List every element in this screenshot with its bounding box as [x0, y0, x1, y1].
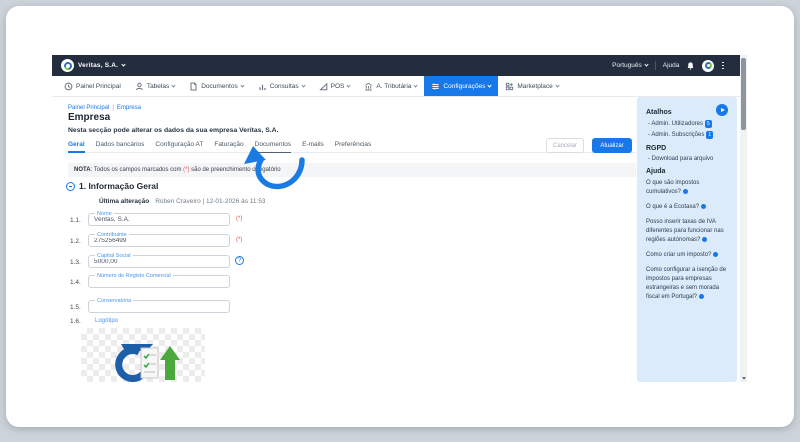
company-name: Veritas, S.A. — [78, 62, 118, 69]
main-menu: Painel Principal Tabelas Documentos Cons… — [52, 76, 740, 97]
scrollbar-down-arrow[interactable] — [742, 377, 746, 380]
chevron-down-icon — [122, 62, 126, 66]
chevron-down-icon — [301, 83, 305, 87]
language-selector[interactable]: Português — [612, 62, 648, 69]
menu-item-documentos[interactable]: Documentos — [182, 76, 251, 96]
breadcrumb-separator: | — [112, 105, 114, 111]
help-title: Ajuda — [646, 168, 728, 175]
chevron-down-icon — [555, 83, 559, 87]
company-logo-image — [109, 338, 185, 382]
document-icon — [189, 82, 198, 91]
chevron-down-icon — [488, 83, 492, 87]
page-content: Painel Principal | Empresa Empresa Nesta… — [52, 97, 637, 382]
numero-registo-comercial-input[interactable]: Número de Registo Comercial — [88, 275, 230, 288]
help-link-taxas-iva[interactable]: Posso inserir taxas de IVA diferentes pa… — [646, 218, 728, 245]
breadcrumb: Painel Principal | Empresa — [68, 105, 141, 111]
tab-configuracao-at[interactable]: Configuração AT — [155, 139, 203, 152]
section-title: 1. Informação Geral — [79, 181, 158, 191]
menu-item-painel-principal[interactable]: Painel Principal — [57, 76, 128, 96]
help-info-icon — [683, 189, 688, 194]
kebab-menu-icon[interactable] — [721, 61, 725, 71]
chevron-down-icon — [172, 83, 176, 87]
help-link[interactable]: Ajuda — [663, 62, 680, 69]
nome-input[interactable]: Nome Veritas, S.A. — [88, 213, 230, 226]
chevron-down-icon — [644, 62, 648, 66]
field-numero-registo-comercial: 1.4. Número de Registo Comercial — [70, 275, 270, 289]
app-window: Veritas, S.A. Português Ajuda — [52, 55, 747, 382]
field-nome: 1.1. Nome Veritas, S.A. (*) — [70, 213, 270, 227]
sidebar-item-admin-subscricoes[interactable]: - Admin. Subscrições 1 — [648, 131, 728, 139]
tab-faturacao[interactable]: Faturação — [214, 139, 243, 152]
count-badge: 1 — [706, 131, 713, 139]
help-info-icon — [713, 252, 718, 257]
field-contribuinte: 1.2. Contribuinte 275256499 (*) — [70, 234, 270, 248]
bank-icon — [364, 82, 373, 91]
help-link-impostos-cumulativos[interactable]: O que são impostos cumulativos? — [646, 179, 728, 197]
marketplace-grid-icon — [505, 82, 514, 91]
cancel-button[interactable]: Cancelar — [546, 138, 584, 153]
divider — [655, 61, 656, 70]
menu-item-configuracoes[interactable]: Configurações — [424, 76, 498, 96]
bell-icon[interactable] — [686, 61, 695, 71]
count-badge: 5 — [705, 120, 712, 128]
help-link-criar-imposto[interactable]: Como criar um imposto? — [646, 251, 728, 260]
chevron-down-icon — [414, 83, 418, 87]
tab-documentos[interactable]: Documentos — [255, 139, 292, 152]
top-navbar: Veritas, S.A. Português Ajuda — [52, 55, 747, 76]
menu-item-marketplace[interactable]: Marketplace — [498, 76, 565, 96]
sidebar-item-download-arquivo[interactable]: - Download para arquivo — [648, 156, 728, 162]
help-link-isencao-impostos[interactable]: Como configurar a isenção de impostos pa… — [646, 266, 728, 302]
sidebar-item-admin-utilizadores[interactable]: - Admin. Utilizadores 5 — [648, 120, 728, 128]
capital-social-help-icon[interactable]: ? — [235, 256, 244, 265]
help-info-icon — [699, 294, 704, 299]
menu-item-tabelas[interactable]: Tabelas — [128, 76, 182, 96]
menu-item-consultas[interactable]: Consultas — [251, 76, 312, 96]
field-conservatoria: 1.5. Conservatória — [70, 300, 270, 314]
help-info-icon — [702, 237, 707, 242]
rgpd-title: RGPD — [646, 145, 728, 152]
play-button[interactable] — [716, 104, 728, 116]
help-link-ecotaxa[interactable]: O que é a Ecotaxa? — [646, 203, 728, 212]
breadcrumb-empresa[interactable]: Empresa — [117, 105, 141, 111]
update-button[interactable]: Atualizar — [592, 138, 632, 153]
tab-emails[interactable]: E-mails — [302, 139, 324, 152]
section-informacao-geral[interactable]: 1. Informação Geral — [66, 181, 158, 191]
required-mark: (*) — [236, 237, 242, 243]
collapse-icon[interactable] — [66, 182, 75, 191]
conservatoria-input[interactable]: Conservatória — [88, 300, 230, 313]
note-bar: NOTA: Todos os campos marcados com (*) s… — [68, 163, 636, 177]
scrollbar-thumb[interactable] — [741, 58, 746, 130]
chevron-down-icon — [347, 83, 351, 87]
tab-preferencias[interactable]: Preferências — [335, 139, 372, 152]
tab-geral[interactable]: Geral — [68, 139, 85, 152]
company-logo-preview — [81, 328, 205, 382]
chevron-down-icon — [240, 83, 244, 87]
help-sidebar: Atalhos - Admin. Utilizadores 5 - Admin.… — [637, 97, 737, 382]
company-selector[interactable]: Veritas, S.A. — [61, 59, 125, 72]
help-info-icon — [701, 204, 706, 209]
company-logo-icon — [61, 59, 74, 72]
users-icon — [135, 82, 144, 91]
required-mark: (*) — [236, 216, 242, 222]
screenshot-root: Veritas, S.A. Português Ajuda — [0, 0, 800, 442]
last-change: Última alteração Rúben Craveiro | 12-01-… — [99, 198, 266, 205]
user-avatar[interactable] — [702, 60, 714, 72]
dashboard-clock-icon — [64, 82, 73, 91]
page-subtitle: Nesta secção pode alterar os dados da su… — [68, 127, 278, 134]
tab-dados-bancarios[interactable]: Dados bancários — [96, 139, 145, 152]
contribuinte-input[interactable]: Contribuinte 275256499 — [88, 234, 230, 247]
breadcrumb-painel-principal[interactable]: Painel Principal — [68, 105, 109, 111]
page-title: Empresa — [68, 112, 110, 123]
scrollbar[interactable] — [740, 55, 747, 382]
set-square-icon — [319, 82, 328, 91]
settings-sliders-icon — [431, 82, 440, 91]
bar-chart-icon — [258, 82, 267, 91]
menu-item-a-tributaria[interactable]: A. Tributária — [357, 76, 424, 96]
menu-item-pos[interactable]: POS — [312, 76, 358, 96]
field-capital-social: 1.3. Capital Social 5000,00 ? — [70, 255, 270, 269]
capital-social-input[interactable]: Capital Social 5000,00 — [88, 255, 230, 268]
